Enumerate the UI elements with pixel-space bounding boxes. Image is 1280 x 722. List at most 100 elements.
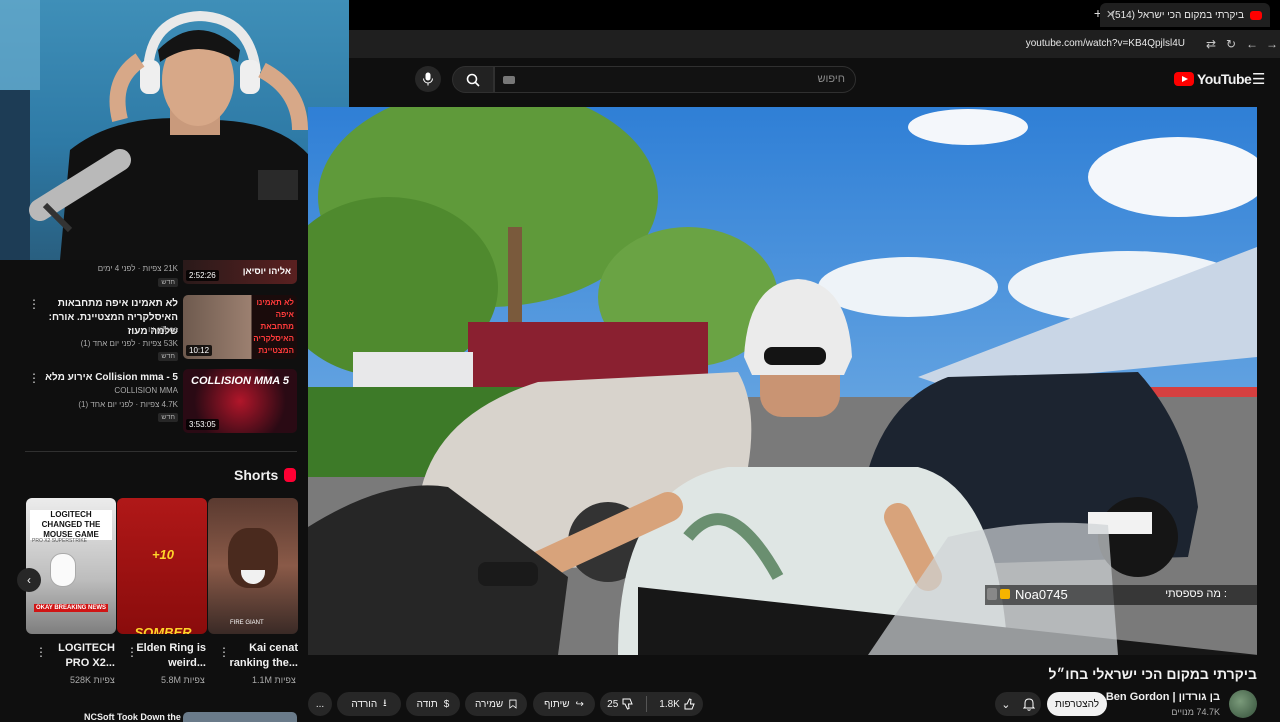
short-overlay-text: +10 SOMBER WEAPON <box>134 547 192 634</box>
short-overlay-text: FIRE GIANT <box>230 620 264 626</box>
thumbs-up-icon <box>684 698 695 710</box>
channel-avatar[interactable] <box>1229 690 1257 718</box>
youtube-logo[interactable]: YouTube <box>1174 71 1252 87</box>
mouse-image <box>50 553 76 587</box>
thumbs-down-icon <box>622 698 634 710</box>
video-frame <box>308 107 1257 655</box>
new-badge: חדש <box>158 352 178 361</box>
shorts-heading: Shorts <box>234 467 297 483</box>
list-item[interactable]: לא תאמינו איפה מתחבאת האיסלקריה המצטיינת… <box>0 293 300 361</box>
shorts-heading-text: Shorts <box>234 467 279 483</box>
divider <box>25 451 297 452</box>
tab-title: (514) ביקרתי במקום הכי ישראל <box>1111 9 1244 21</box>
save-button[interactable]: שמירה <box>465 692 527 716</box>
youtube-favicon-icon <box>1250 10 1262 20</box>
webcam-scene <box>0 0 330 260</box>
more-options-icon[interactable]: ⋮ <box>218 645 230 659</box>
short-thumbnail[interactable]: LOGITECH CHANGED THE MOUSE GAME PRO X2 S… <box>26 498 116 634</box>
url-text[interactable]: youtube.com/watch?v=KB4Qpjlsl4U <box>1026 38 1185 49</box>
thanks-label: תודה <box>416 698 438 710</box>
like-button[interactable]: 1.8K <box>653 698 702 710</box>
thumbnail-caption: אליהו יוסיאן <box>242 266 291 276</box>
video-meta: 53K צפיות · לפני יום אחד (1) <box>80 339 178 348</box>
channel-name[interactable]: COLLISION MMA <box>114 386 178 395</box>
channel-name[interactable]: בן גורדון | Ben Gordon <box>1106 691 1220 703</box>
chat-message: מה פספסתי : <box>1165 588 1227 600</box>
back-icon[interactable]: ← <box>1246 37 1258 51</box>
new-badge: חדש <box>158 413 178 422</box>
more-options-icon[interactable]: ⋮ <box>126 645 138 659</box>
notifications-button[interactable]: ⌄ <box>995 692 1041 716</box>
chat-avatar-icon <box>987 588 997 600</box>
video-thumbnail[interactable] <box>183 712 297 722</box>
more-options-icon[interactable]: ⋮ <box>28 371 40 385</box>
share-button[interactable]: שיתוף ↪ <box>533 692 595 716</box>
breaking-news-label: OKAY BREAKING NEWS <box>34 604 109 612</box>
more-options-icon[interactable]: ⋮ <box>28 297 40 311</box>
more-options-icon[interactable]: ⋮ <box>35 645 47 659</box>
video-thumbnail[interactable]: COLLISION MMA 5 3:53:05 <box>183 369 297 433</box>
share-icon: ↪ <box>575 698 584 710</box>
duration-badge: 3:53:05 <box>186 419 219 430</box>
divider <box>646 696 648 712</box>
streamer-webcam <box>0 0 349 260</box>
close-tab-icon[interactable]: ✕ <box>1106 8 1115 21</box>
thumbnail-caption: COLLISION MMA 5 <box>191 375 289 387</box>
video-thumbnail[interactable]: אליהו יוסיאן 2:52:26 <box>183 260 297 284</box>
search-button[interactable] <box>452 66 494 93</box>
duration-badge: 10:12 <box>186 345 213 356</box>
dislike-button[interactable]: 25 <box>601 698 640 710</box>
shorts-icon <box>284 468 297 482</box>
youtube-play-icon <box>1174 72 1194 86</box>
thumbnail-caption: לא תאמינו איפה מתחבאת האיסלקריה המצטיינת <box>253 298 294 355</box>
short-title[interactable]: Kai cenat ranking the... <box>220 641 298 671</box>
short-thumbnail[interactable]: +10 SOMBER WEAPON <box>117 498 207 634</box>
video-meta: 21K צפיות · לפני 4 ימים <box>97 264 178 273</box>
more-actions-button[interactable]: ... <box>308 692 332 716</box>
bookmark-icon <box>509 699 517 709</box>
short-views: 5.8M צפיות <box>161 675 205 685</box>
download-button[interactable]: הורדה ⭳ <box>337 692 401 716</box>
short-thumbnail[interactable]: FIRE GIANT <box>208 498 298 634</box>
address-bar[interactable]: youtube.com/watch?v=KB4Qpjlsl4U ⇄ ↻ ← → <box>349 30 1280 58</box>
short-views: 528K צפיות <box>70 675 115 685</box>
bell-icon <box>1022 698 1035 711</box>
video-title[interactable]: Collision mma - 5 אירוע מלא <box>28 371 178 385</box>
microphone-icon <box>423 72 433 86</box>
reload-icon[interactable]: ↻ <box>1226 37 1236 51</box>
channel-name[interactable]: gilboa ויו <box>148 325 178 334</box>
logo-text: YouTube <box>1197 71 1252 87</box>
list-item[interactable]: אליהו יוסיאן 2:52:26 21K צפיות · לפני 4 … <box>0 260 300 288</box>
short-overlay-text: LOGITECH CHANGED THE MOUSE GAME <box>30 510 112 540</box>
short-title[interactable]: LOGITECH PRO X2... <box>37 641 115 671</box>
duration-badge: 2:52:26 <box>186 270 219 281</box>
browser-tab[interactable]: ✕ (514) ביקרתי במקום הכי ישראל <box>1100 3 1270 27</box>
video-title[interactable]: NCSoft Took Down the <box>84 712 181 722</box>
video-player[interactable] <box>308 107 1257 655</box>
share-label: שיתוף <box>544 698 570 710</box>
extensions-icon[interactable]: ⇄ <box>1206 37 1216 51</box>
search-placeholder: חיפוש <box>817 73 845 85</box>
shorts-previous-button[interactable]: ‹ <box>17 568 41 592</box>
like-count: 1.8K <box>659 698 680 710</box>
thanks-button[interactable]: תודה $ <box>406 692 460 716</box>
subscriber-count: 74.7K מנויים <box>1171 707 1220 717</box>
download-icon: ⭳ <box>383 697 387 709</box>
new-badge: חדש <box>158 278 178 287</box>
chat-username: Noa0745 <box>1015 587 1068 602</box>
short-title[interactable]: Elden Ring is weird... <box>128 641 206 671</box>
subscribe-button[interactable]: להצטרפות <box>1047 692 1107 716</box>
search-icon <box>466 73 480 87</box>
dislike-count: 25 <box>607 698 619 710</box>
list-item[interactable]: COLLISION MMA 5 3:53:05 Collision mma - … <box>0 367 300 435</box>
hamburger-menu-icon[interactable]: ☰ <box>1252 70 1265 88</box>
super-thanks-icon: $ <box>443 698 450 710</box>
save-label: שמירה <box>475 698 504 710</box>
forward-icon[interactable]: → <box>1266 37 1278 51</box>
keyboard-icon[interactable] <box>503 76 515 84</box>
video-thumbnail[interactable]: לא תאמינו איפה מתחבאת האיסלקריה המצטיינת… <box>183 295 297 359</box>
voice-search-button[interactable] <box>415 66 441 92</box>
short-subtext: PRO X2 SUPERSTRIKE <box>32 538 88 544</box>
video-meta: 4.7K צפיות · לפני יום אחד (1) <box>78 400 178 409</box>
search-input[interactable]: חיפוש <box>494 66 856 93</box>
